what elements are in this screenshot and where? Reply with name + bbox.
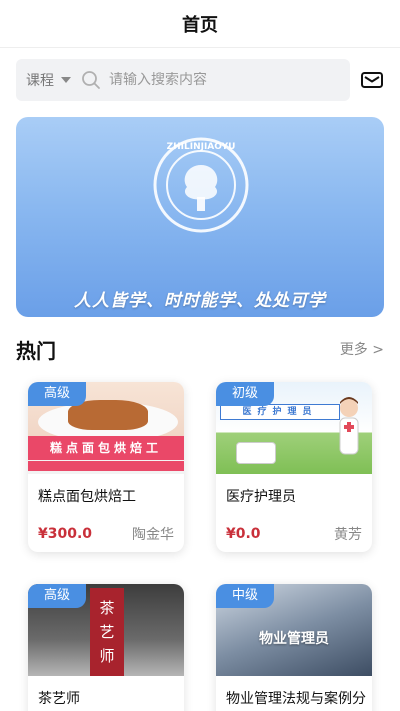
- level-badge: 中级: [216, 584, 275, 608]
- search-icon: [82, 71, 100, 89]
- level-badge: 初级: [216, 382, 275, 406]
- hot-section-header: 热门 更多 >: [16, 336, 384, 363]
- brand-logo: ZHILINJIAOYU: [153, 137, 249, 233]
- course-thumbnail: 糕点面包烘焙工 高级: [28, 382, 184, 474]
- course-thumbnail: 物业管理员 中级: [216, 584, 372, 676]
- banner-slogan: 人人皆学、时时能学、处处可学: [74, 291, 326, 311]
- more-link[interactable]: 更多 >: [340, 339, 384, 359]
- thumbnail-caption: 物业管理员: [259, 631, 329, 647]
- course-price: ¥300.0: [38, 526, 93, 542]
- course-title: 糕点面包烘焙工: [38, 489, 136, 505]
- course-card[interactable]: 物业管理员 中级 物业管理法规与案例分: [216, 584, 372, 711]
- course-title: 医疗护理员: [226, 489, 296, 505]
- promo-banner[interactable]: ZHILINJIAOYU 人人皆学、时时能学、处处可学: [16, 117, 384, 317]
- course-card[interactable]: 糕点面包烘焙工 高级 糕点面包烘焙工 ¥300.0 陶金华: [28, 382, 184, 552]
- section-title: 热门: [16, 338, 56, 363]
- caret-down-icon: [61, 77, 71, 83]
- course-teacher: 陶金华: [132, 527, 174, 543]
- course-title: 茶艺师: [38, 691, 80, 707]
- ambulance-image: [236, 442, 276, 464]
- thumbnail-caption: 医疗护理员: [220, 404, 340, 420]
- course-title: 物业管理法规与案例分: [226, 691, 366, 707]
- logo-text: ZHILINJIAOYU: [167, 142, 236, 152]
- course-price: ¥0.0: [226, 526, 261, 542]
- search-input[interactable]: [109, 72, 309, 88]
- level-badge: 高级: [28, 382, 87, 406]
- page-title: 首页: [182, 14, 218, 36]
- course-card[interactable]: 医疗护理员 初级 医疗护理员 ¥0.0 黄芳: [216, 382, 372, 552]
- thumbnail-caption: 茶艺师: [90, 588, 124, 676]
- course-thumbnail: 茶艺师 高级: [28, 584, 184, 676]
- search-box[interactable]: 课程: [16, 59, 350, 101]
- thumbnail-caption: 糕点面包烘焙工: [28, 436, 184, 460]
- course-card[interactable]: 茶艺师 高级 茶艺师: [28, 584, 184, 711]
- search-row: 课程: [16, 59, 384, 101]
- level-badge: 高级: [28, 584, 87, 608]
- top-bar: 首页: [0, 0, 400, 48]
- course-teacher: 黄芳: [334, 527, 362, 543]
- nurse-image: [339, 397, 359, 455]
- message-icon[interactable]: [360, 68, 384, 92]
- category-label: 课程: [26, 73, 54, 89]
- course-thumbnail: 医疗护理员 初级: [216, 382, 372, 474]
- category-select[interactable]: 课程: [26, 70, 71, 90]
